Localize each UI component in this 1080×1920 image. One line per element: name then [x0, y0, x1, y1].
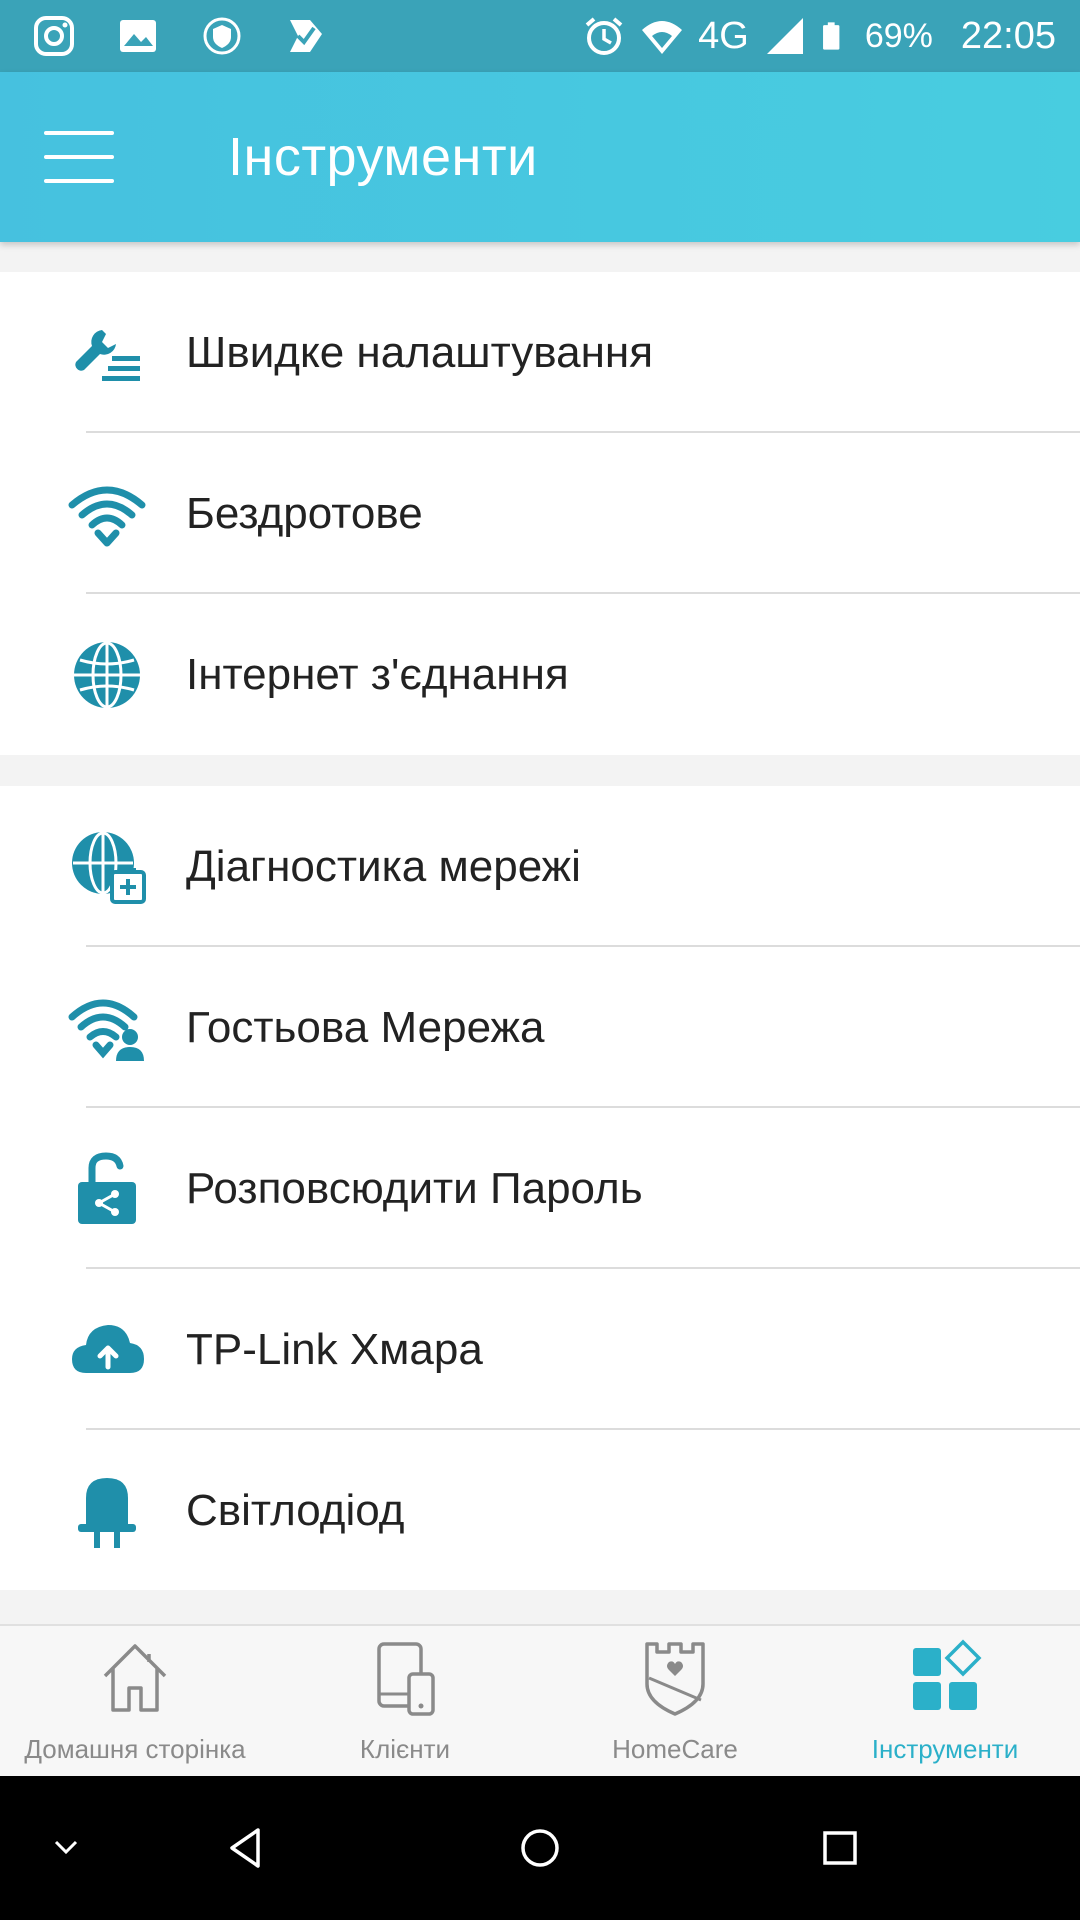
tab-homecare[interactable]: HomeCare — [540, 1626, 810, 1776]
menu-item-label: Гостьова Мережа — [186, 1002, 545, 1052]
guest-network-icon — [68, 999, 144, 1061]
menu-item-label: Швидке налаштування — [186, 327, 654, 377]
settings-group-advanced: Діагностика мережі Гостьова Мережа Розпо… — [0, 786, 1080, 1590]
menu-item-label: Розповсюдити Пароль — [186, 1163, 643, 1213]
gallery-icon — [120, 20, 156, 52]
menu-item-label: Діагностика мережі — [186, 841, 581, 891]
menu-item-led[interactable]: Світлодіод — [0, 1430, 1080, 1591]
menu-item-label: TP-Link Хмара — [186, 1324, 483, 1374]
settings-group-basic: Швидке налаштування Бездротове Інтернет … — [0, 272, 1080, 755]
back-icon[interactable] — [224, 1826, 268, 1870]
home-icon — [103, 1644, 167, 1712]
menu-icon[interactable] — [30, 102, 140, 212]
status-bar: 4G 69% 22:05 — [0, 0, 1080, 72]
menu-item-guest-network[interactable]: Гостьова Мережа — [0, 947, 1080, 1108]
check-app-icon — [290, 20, 322, 52]
system-navigation-bar — [0, 1776, 1080, 1920]
menu-item-quick-setup[interactable]: Швидке налаштування — [0, 272, 1080, 433]
chevron-down-icon[interactable] — [48, 1836, 84, 1860]
home-circle-icon[interactable] — [518, 1826, 562, 1870]
tab-label: Інструменти — [871, 1734, 1019, 1764]
tools-icon — [913, 1639, 982, 1710]
quick-setup-icon — [75, 329, 140, 381]
tab-label: HomeCare — [612, 1734, 738, 1764]
signal-icon — [766, 18, 803, 54]
page-title: Інструменти — [228, 127, 538, 187]
globe-icon — [74, 641, 140, 708]
homecare-icon — [645, 1642, 705, 1716]
instagram-icon — [34, 16, 74, 56]
wifi-status-icon — [642, 21, 683, 54]
tab-home[interactable]: Домашня сторінка — [0, 1626, 270, 1776]
app-bar: Інструменти — [0, 72, 1080, 242]
menu-item-label: Світлодіод — [186, 1485, 405, 1535]
menu-item-share-password[interactable]: Розповсюдити Пароль — [0, 1108, 1080, 1269]
menu-item-cloud[interactable]: TP-Link Хмара — [0, 1269, 1080, 1430]
battery-icon — [822, 22, 840, 50]
clock: 22:05 — [960, 14, 1056, 57]
recents-icon[interactable] — [820, 1828, 860, 1868]
vpn-shield-icon — [203, 17, 241, 55]
clients-icon — [377, 1642, 435, 1716]
cloud-icon — [72, 1324, 144, 1373]
menu-item-label: Інтернет з'єднання — [186, 649, 569, 699]
tab-label: Домашня сторінка — [24, 1734, 246, 1764]
tab-label: Клієнти — [359, 1734, 451, 1764]
bottom-navigation: Домашня сторінка Клієнти HomeCare Інстру… — [0, 1624, 1080, 1776]
battery-percent: 69% — [864, 16, 933, 55]
alarm-icon — [585, 17, 623, 55]
menu-item-internet[interactable]: Інтернет з'єднання — [0, 594, 1080, 755]
tab-tools[interactable]: Інструменти — [810, 1626, 1080, 1776]
share-password-icon — [78, 1151, 136, 1224]
network-type: 4G — [698, 14, 749, 57]
menu-item-label: Бездротове — [186, 488, 423, 538]
network-diagnostics-icon — [72, 831, 146, 904]
menu-item-network-diagnostics[interactable]: Діагностика мережі — [0, 786, 1080, 947]
tab-clients[interactable]: Клієнти — [270, 1626, 540, 1776]
led-icon — [78, 1477, 136, 1548]
menu-item-wireless[interactable]: Бездротове — [0, 433, 1080, 594]
wifi-icon — [68, 486, 146, 546]
